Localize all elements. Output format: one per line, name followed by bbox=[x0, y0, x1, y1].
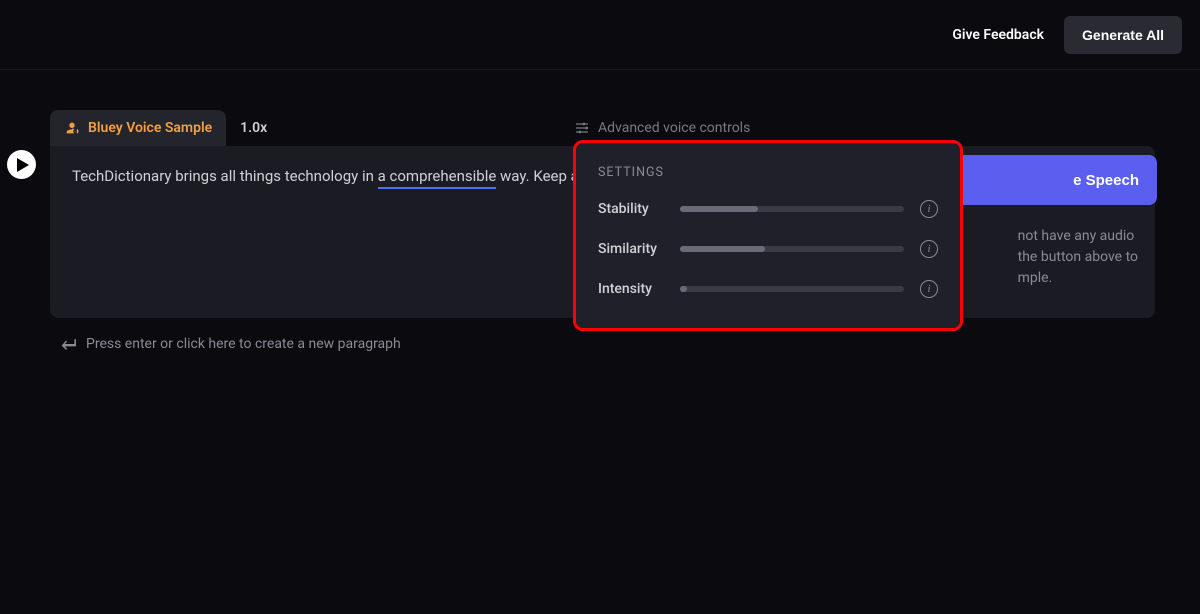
setting-row-similarity: Similarity i bbox=[598, 240, 938, 258]
voice-tab-label: Bluey Voice Sample bbox=[88, 120, 212, 136]
top-header: Give Feedback Generate All bbox=[0, 0, 1200, 70]
setting-label-stability: Stability bbox=[598, 201, 680, 217]
sliders-icon bbox=[574, 120, 590, 136]
stability-slider[interactable] bbox=[680, 206, 904, 212]
intensity-slider[interactable] bbox=[680, 286, 904, 292]
give-feedback-link[interactable]: Give Feedback bbox=[952, 27, 1044, 43]
speech-button-label-fragment: e Speech bbox=[1073, 172, 1157, 189]
setting-label-intensity: Intensity bbox=[598, 281, 680, 297]
editor-text-prefix: TechDictionary brings all things technol… bbox=[72, 167, 378, 185]
voice-icon bbox=[64, 120, 80, 136]
new-paragraph-hint[interactable]: Press enter or click here to create a ne… bbox=[60, 336, 1155, 352]
advanced-voice-controls-button[interactable]: Advanced voice controls bbox=[574, 120, 750, 136]
settings-popover: SETTINGS Stability i Similarity i Intens… bbox=[573, 140, 963, 331]
playback-speed-label[interactable]: 1.0x bbox=[240, 120, 267, 136]
info-icon[interactable]: i bbox=[920, 200, 938, 218]
editor-text-underlined: a comprehensible bbox=[378, 167, 497, 189]
stability-slider-fill bbox=[680, 206, 758, 212]
new-paragraph-label: Press enter or click here to create a ne… bbox=[86, 336, 401, 352]
setting-row-stability: Stability i bbox=[598, 200, 938, 218]
similarity-slider-fill bbox=[680, 246, 765, 252]
intensity-slider-fill bbox=[680, 286, 687, 292]
no-audio-hint: not have any audio the button above to m… bbox=[1018, 226, 1138, 289]
info-icon[interactable]: i bbox=[920, 280, 938, 298]
setting-row-intensity: Intensity i bbox=[598, 280, 938, 298]
advanced-controls-label: Advanced voice controls bbox=[598, 120, 750, 136]
enter-icon bbox=[60, 337, 76, 351]
voice-sample-tab[interactable]: Bluey Voice Sample bbox=[50, 110, 226, 146]
similarity-slider[interactable] bbox=[680, 246, 904, 252]
settings-title: SETTINGS bbox=[598, 165, 938, 180]
info-icon[interactable]: i bbox=[920, 240, 938, 258]
setting-label-similarity: Similarity bbox=[598, 241, 680, 257]
generate-all-button[interactable]: Generate All bbox=[1064, 16, 1182, 54]
